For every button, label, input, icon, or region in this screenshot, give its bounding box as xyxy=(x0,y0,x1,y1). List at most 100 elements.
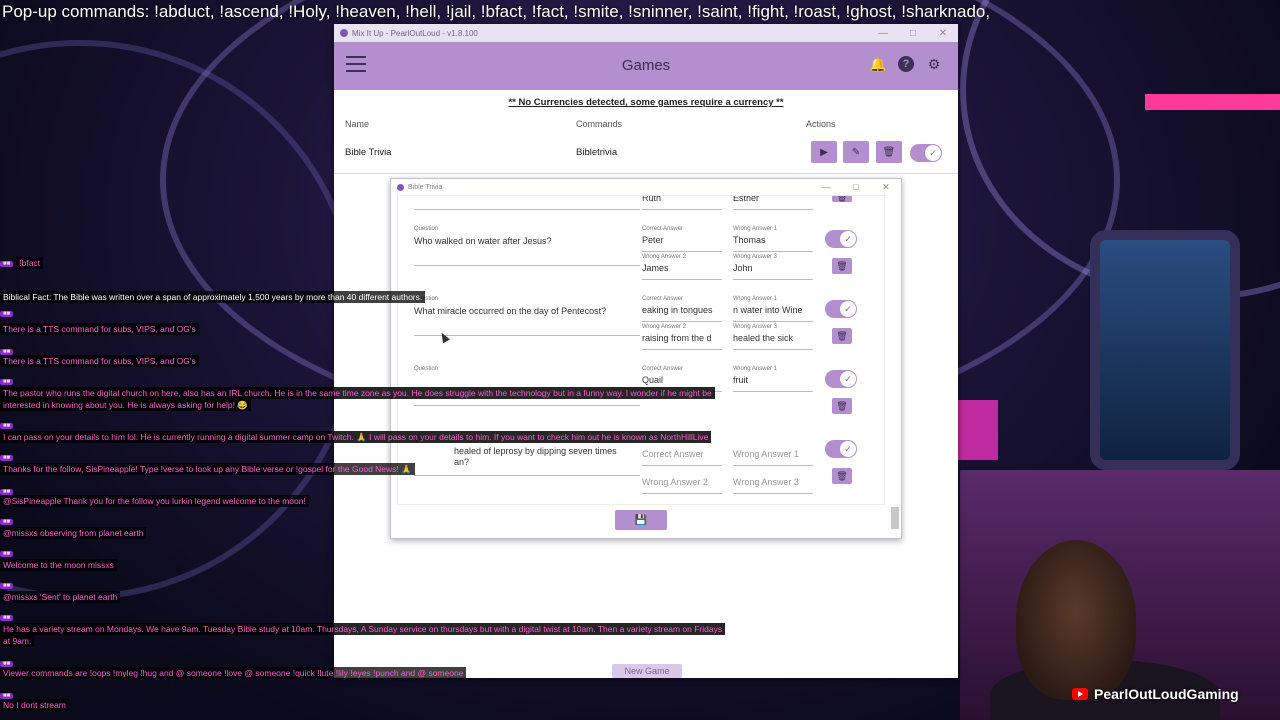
chat-message: Welcome to the moon missxs xyxy=(0,559,117,571)
question-field[interactable] xyxy=(414,196,640,210)
chat-overlay: ■■ !bfact Biblical Fact: The Bible was wr… xyxy=(0,240,820,720)
check-icon: ✓ xyxy=(925,145,941,161)
maximize-icon[interactable]: □ xyxy=(898,28,928,39)
table-row: Bible Trivia Bibletrivia ▶ ✎ 🗑 ✓ xyxy=(334,134,958,174)
chat-message: ■■ xyxy=(0,612,16,622)
chat-user-badge: ■■ xyxy=(0,660,14,667)
page-title: Games xyxy=(621,57,671,74)
chat-message: ■■ xyxy=(0,580,16,590)
chat-user-badge: ■■ xyxy=(0,518,14,525)
chat-message: ■■ xyxy=(0,452,16,462)
app-logo-icon xyxy=(340,29,348,37)
chat-message: The pastor who runs the digital church o… xyxy=(0,387,715,399)
game-command: Bibletrivia xyxy=(576,147,618,158)
chat-user-badge: ■■ xyxy=(0,692,14,699)
play-button[interactable]: ▶ xyxy=(811,141,837,163)
chat-message: ■■ xyxy=(0,548,16,558)
trash-icon: 🗑 xyxy=(836,330,848,341)
chat-message: Thanks for the follow, SisPineapple! Typ… xyxy=(0,463,415,475)
enable-toggle[interactable]: ✓ xyxy=(910,144,942,162)
window-titlebar: Mix It Up - PearlOutLoud - v1.8.100 — □ … xyxy=(334,24,958,42)
column-actions: Actions xyxy=(806,119,836,129)
play-icon: ▶ xyxy=(820,146,828,158)
close-icon[interactable]: ✕ xyxy=(871,182,901,193)
chat-user-badge: ■■ xyxy=(0,422,14,429)
chat-user-badge: ■■ xyxy=(0,378,14,385)
chat-user-badge: ■■ xyxy=(0,454,14,461)
edit-icon: ✎ xyxy=(851,146,861,158)
trash-icon: 🗑 xyxy=(836,260,848,271)
trash-icon: 🗑 xyxy=(836,195,848,202)
currency-notice[interactable]: ** No Currencies detected, some games re… xyxy=(334,90,958,114)
question-enable-toggle[interactable]: ✓ xyxy=(825,230,857,248)
chat-message: He has a variety stream on Mondays. We h… xyxy=(0,623,726,635)
chat-message: @missxs 'Sent' to planet earth xyxy=(0,591,121,603)
popup-commands-banner: Pop-up commands: !abduct, !ascend, !Holy… xyxy=(2,2,991,21)
trash-icon: 🗑 xyxy=(836,400,848,411)
question-enable-toggle[interactable]: ✓ xyxy=(825,370,857,388)
help-icon[interactable]: ? xyxy=(898,56,914,72)
trash-icon: 🗑 xyxy=(836,470,848,481)
gear-icon[interactable]: ⚙ xyxy=(924,54,944,74)
streamer-face xyxy=(1016,540,1136,700)
column-commands: Commands xyxy=(576,119,623,129)
chat-message: at 9am. xyxy=(0,635,35,647)
chat-message: @missxs observing from planet earth xyxy=(0,527,147,539)
delete-question-button[interactable]: 🗑 xyxy=(832,468,852,484)
chat-message: Viewer commands are !oops !myleg !hug an… xyxy=(0,667,467,679)
scrollbar-thumb[interactable] xyxy=(891,507,899,529)
answer-field[interactable]: Esther xyxy=(733,196,813,210)
chat-message: @SisPineapple Thank you for the follow y… xyxy=(0,495,309,507)
trash-icon: 🗑 xyxy=(882,146,896,158)
window-title: Mix It Up - PearlOutLoud - v1.8.100 xyxy=(352,28,478,38)
bell-icon[interactable]: 🔔 xyxy=(868,54,888,74)
check-icon: ✓ xyxy=(840,441,856,457)
minimize-icon[interactable]: — xyxy=(868,28,898,39)
chat-message: Biblical Fact: The Bible was written ove… xyxy=(0,291,426,303)
chat-message: There is a TTS command for subs, VIPS, a… xyxy=(0,323,199,335)
trivia-window-title: Bible Trivia xyxy=(408,183,443,191)
chat-user-badge: ■■ xyxy=(0,614,14,621)
list-item: Ruth Esther 🗑 xyxy=(398,195,884,210)
chat-user-badge: ■■ xyxy=(0,310,14,317)
chat-message: ■■ !bfact xyxy=(0,257,44,269)
chat-user-badge: ■■ xyxy=(0,488,14,495)
games-table-header: Name Commands Actions xyxy=(334,114,958,134)
maximize-icon[interactable]: □ xyxy=(841,182,871,193)
trivia-titlebar: Bible Trivia — □ ✕ xyxy=(391,179,901,195)
youtube-icon xyxy=(1072,688,1088,700)
chat-message: ■■ xyxy=(0,516,16,526)
game-name: Bible Trivia xyxy=(345,147,392,158)
chat-message: There is a TTS command for subs, VIPS, a… xyxy=(0,355,199,367)
question-enable-toggle[interactable]: ✓ xyxy=(825,300,857,318)
chat-message: ■■ xyxy=(0,376,16,386)
app-header: Games 🔔 ? ⚙ xyxy=(334,42,958,90)
channel-badge: PearlOutLoudGaming xyxy=(1072,686,1239,702)
channel-name: PearlOutLoudGaming xyxy=(1094,686,1239,702)
check-icon: ✓ xyxy=(840,371,856,387)
chat-message: ■■ xyxy=(0,420,16,430)
chat-message: interested in knowing about you. He is a… xyxy=(0,399,251,411)
delete-question-button[interactable]: 🗑 xyxy=(832,195,852,202)
question-enable-toggle[interactable]: ✓ xyxy=(825,440,857,458)
delete-question-button[interactable]: 🗑 xyxy=(832,258,852,274)
chat-user-badge: ■■ xyxy=(0,348,14,355)
minimize-icon[interactable]: — xyxy=(811,182,841,193)
check-icon: ✓ xyxy=(840,231,856,247)
column-name: Name xyxy=(345,119,370,129)
chat-message: No I dont stream xyxy=(0,699,69,711)
app-logo-icon xyxy=(397,183,404,191)
chat-user-badge: ■■ xyxy=(0,550,14,557)
check-icon: ✓ xyxy=(840,301,856,317)
chat-user-badge: ■■ xyxy=(0,582,14,589)
answer-field[interactable]: Ruth xyxy=(642,196,722,210)
chat-message: I can pass on your details to him lol. H… xyxy=(0,431,712,443)
chat-user-badge: ■■ xyxy=(0,260,14,267)
delete-button[interactable]: 🗑 xyxy=(876,141,902,163)
scrollbar[interactable] xyxy=(891,195,899,529)
edit-button[interactable]: ✎ xyxy=(843,141,869,163)
delete-question-button[interactable]: 🗑 xyxy=(832,328,852,344)
delete-question-button[interactable]: 🗑 xyxy=(832,398,852,414)
close-icon[interactable]: ✕ xyxy=(928,28,958,39)
chat-message: ■■ xyxy=(0,308,16,318)
